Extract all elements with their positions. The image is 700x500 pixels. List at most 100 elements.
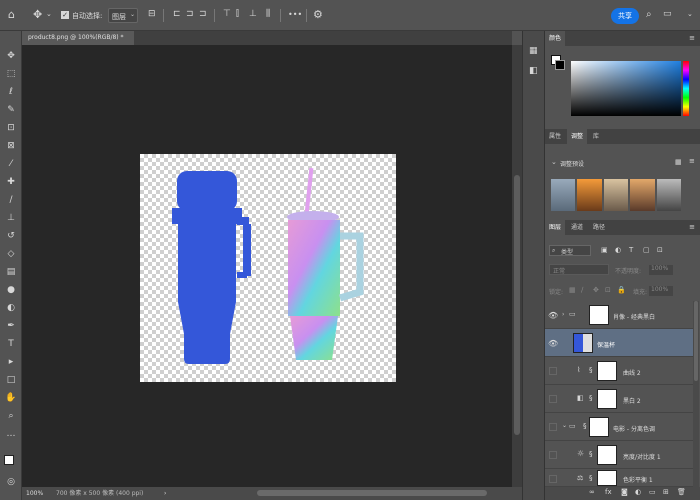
visibility-box[interactable]	[549, 475, 557, 483]
visibility-box[interactable]	[549, 395, 557, 403]
document-canvas[interactable]	[140, 154, 396, 382]
layer-row[interactable]: ⌄ ▭ § 电影 - 分离色调	[545, 413, 693, 441]
preset-thumb[interactable]	[656, 179, 682, 211]
layer-row[interactable]: ⌇ § 曲线 2	[545, 357, 693, 385]
panel-menu-icon[interactable]: ≡	[689, 158, 695, 165]
filter-smart-icon[interactable]: ⊡	[657, 247, 663, 254]
new-layer-icon[interactable]: ⊞	[663, 489, 669, 496]
tab-layers[interactable]: 图层	[545, 220, 566, 235]
layers-scroll-thumb[interactable]	[694, 301, 698, 381]
layers-scrollbar[interactable]	[693, 301, 699, 487]
preset-thumb[interactable]	[603, 179, 629, 211]
hand-tool-icon[interactable]: ✋	[3, 391, 19, 406]
visibility-box[interactable]	[549, 451, 557, 459]
opacity-field[interactable]: 100%	[649, 265, 673, 275]
gradient-tool-icon[interactable]: ▤	[3, 265, 19, 280]
search-icon[interactable]: ⌕	[646, 10, 652, 20]
marquee-tool-icon[interactable]: ⬚	[3, 67, 19, 82]
layer-filter-dropdown[interactable]: ⌕ 类型	[549, 245, 591, 256]
transform-controls-icon[interactable]: ⊟	[148, 10, 156, 19]
blur-tool-icon[interactable]: ●	[3, 283, 19, 298]
home-icon[interactable]: ⌂	[8, 9, 15, 20]
preset-thumbnails[interactable]	[551, 179, 682, 211]
tab-channels[interactable]: 通道	[567, 220, 587, 235]
eyedropper-tool-icon[interactable]: ⁄	[3, 157, 19, 172]
pen-tool-icon[interactable]: ✒	[3, 319, 19, 334]
new-adjustment-icon[interactable]: ◐	[635, 489, 641, 496]
layer-row[interactable]: ☼ § 亮度/对比度 1	[545, 441, 693, 469]
zoom-tool-icon[interactable]: ⌕	[3, 409, 19, 424]
horizontal-scroll-thumb[interactable]	[257, 490, 487, 496]
vertical-scroll-thumb[interactable]	[514, 175, 520, 435]
quick-mask-icon[interactable]: ◎	[3, 475, 19, 490]
lock-position-icon[interactable]: ✥	[593, 287, 599, 294]
align-vcenter-icon[interactable]: ⫿	[236, 10, 239, 19]
more-options-icon[interactable]: •••	[288, 11, 302, 19]
trash-icon[interactable]: 🗑	[677, 489, 686, 496]
layer-name[interactable]: 肖像 - 经典黑白	[613, 312, 655, 321]
layer-row[interactable]: ⚖ § 色彩平衡 1	[545, 469, 693, 487]
move-tool-icon[interactable]: ✥	[33, 9, 42, 20]
chevron-down-icon[interactable]: ⌄	[551, 158, 557, 166]
fill-field[interactable]: 100%	[649, 286, 673, 296]
layer-mask-thumb[interactable]	[589, 417, 609, 437]
align-top-icon[interactable]: ⊤	[223, 10, 231, 19]
layer-name[interactable]: 亮度/对比度 1	[623, 452, 661, 461]
filter-adjustment-icon[interactable]: ◐	[615, 247, 621, 254]
filter-shape-icon[interactable]: ▢	[643, 247, 650, 254]
preset-thumb[interactable]	[630, 179, 655, 211]
document-tab[interactable]: product8.png @ 100%(RGB/8) * ×	[22, 31, 134, 55]
eye-icon[interactable]: 👁	[548, 311, 558, 320]
eye-icon[interactable]: 👁	[548, 339, 558, 348]
healing-brush-icon[interactable]: ✚	[3, 175, 19, 190]
swatches-icon[interactable]: ◧	[529, 67, 538, 76]
zoom-level[interactable]: 100%	[26, 487, 43, 500]
clone-stamp-icon[interactable]: ⊥	[3, 211, 19, 226]
layer-mask-thumb[interactable]	[589, 305, 609, 325]
layer-row[interactable]: 👁 › ▭ 肖像 - 经典黑白	[545, 301, 693, 329]
crop-tool-icon[interactable]: ⊡	[3, 121, 19, 136]
chevron-down-icon[interactable]: ⌄	[562, 422, 567, 429]
layer-mask-thumb[interactable]	[597, 389, 617, 409]
align-left-icon[interactable]: ⊏	[173, 10, 181, 19]
link-layers-icon[interactable]: ∞	[589, 489, 595, 496]
gear-icon[interactable]: ⚙	[313, 9, 323, 20]
auto-select-target-dropdown[interactable]: 图层 ⌄	[108, 8, 138, 23]
lasso-tool-icon[interactable]: ℓ	[3, 85, 19, 100]
preset-thumb[interactable]	[551, 179, 576, 211]
history-brush-icon[interactable]: ↺	[3, 229, 19, 244]
layer-name[interactable]: 色彩平衡 1	[623, 475, 653, 484]
fx-icon[interactable]: fx	[605, 489, 612, 496]
align-bottom-icon[interactable]: ⊥	[249, 10, 257, 19]
chevron-right-icon[interactable]: ›	[164, 487, 166, 500]
panel-menu-icon[interactable]: ≡	[689, 224, 695, 231]
auto-select-checkbox[interactable]: ✓	[61, 11, 69, 19]
workspace-icon[interactable]: ▭	[663, 10, 672, 19]
move-tool-icon[interactable]: ✥	[3, 49, 19, 64]
chevron-down-icon[interactable]: ⌄	[46, 11, 52, 18]
layer-name[interactable]: 电影 - 分离色调	[613, 424, 655, 433]
path-select-icon[interactable]: ▸	[3, 355, 19, 370]
frame-tool-icon[interactable]: ⊠	[3, 139, 19, 154]
align-hcenter-icon[interactable]: ⊐	[186, 10, 194, 19]
share-button[interactable]: 共享	[611, 8, 639, 24]
blend-mode-dropdown[interactable]: 正常	[549, 264, 609, 275]
shape-tool-icon[interactable]: □	[3, 373, 19, 388]
distribute-icon[interactable]: ⫼	[266, 10, 270, 19]
layer-mask-thumb[interactable]	[597, 361, 617, 381]
layer-name[interactable]: 曲线 2	[623, 368, 641, 377]
dodge-tool-icon[interactable]: ◐	[3, 301, 19, 316]
tab-paths[interactable]: 路径	[589, 220, 609, 235]
preset-thumb[interactable]	[577, 179, 602, 211]
layer-mask-thumb[interactable]	[597, 445, 617, 465]
history-icon[interactable]: ▦	[529, 47, 538, 56]
vertical-scrollbar[interactable]	[512, 45, 522, 487]
tab-libraries[interactable]: 库	[589, 129, 603, 144]
layer-mask-thumb[interactable]	[597, 470, 617, 486]
panel-menu-icon[interactable]: ≡	[689, 35, 695, 42]
filter-type-icon[interactable]: T	[629, 247, 633, 254]
filter-pixel-icon[interactable]: ▣	[601, 247, 608, 254]
brush-tool-icon[interactable]: ∕	[3, 193, 19, 208]
layer-name[interactable]: 黑白 2	[623, 396, 641, 405]
eraser-tool-icon[interactable]: ◇	[3, 247, 19, 262]
